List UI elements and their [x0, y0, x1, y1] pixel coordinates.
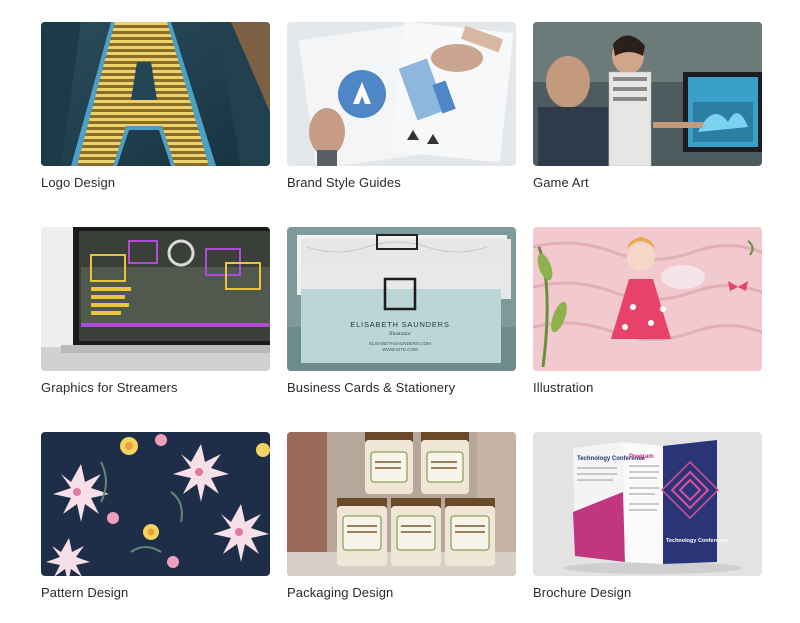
category-card-brochure-design[interactable]: Technology Conference Program Technology… [533, 432, 762, 622]
category-label: Packaging Design [287, 585, 394, 600]
category-card-illustration[interactable]: Illustration [533, 227, 762, 417]
packaging-design-image[interactable] [287, 432, 516, 576]
category-grid: Logo Design Brand Style Guides Game Art … [0, 0, 800, 623]
card-role-text: Illustrator [389, 331, 411, 337]
category-label: Brand Style Guides [287, 175, 401, 190]
illustration-image[interactable] [533, 227, 762, 371]
business-cards-image[interactable]: ELISABETH SAUNDERS Illustrator ELISABETH… [287, 227, 516, 371]
game-art-image[interactable] [533, 22, 762, 166]
category-card-pattern-design[interactable]: Pattern Design [41, 432, 270, 622]
category-card-graphics-for-streamers[interactable]: Graphics for Streamers [41, 227, 270, 417]
category-card-game-art[interactable]: Game Art [533, 22, 762, 212]
category-card-business-cards[interactable]: ELISABETH SAUNDERS Illustrator ELISABETH… [287, 227, 516, 417]
category-card-logo-design[interactable]: Logo Design [41, 22, 270, 212]
card-site-text: WWW.SITE.COM [382, 347, 418, 352]
category-label: Brochure Design [533, 585, 632, 600]
category-label: Graphics for Streamers [41, 380, 178, 395]
card-name-text: ELISABETH SAUNDERS [350, 320, 449, 329]
logo-design-image[interactable] [41, 22, 270, 166]
brand-style-guides-image[interactable] [287, 22, 516, 166]
card-email-text: ELISABETHSAUNDERS.COM [369, 341, 431, 346]
category-card-brand-style-guides[interactable]: Brand Style Guides [287, 22, 516, 212]
category-label: Logo Design [41, 175, 116, 190]
brochure-mid-title: Program [629, 454, 654, 460]
category-label: Game Art [533, 175, 589, 190]
category-label: Business Cards & Stationery [287, 380, 456, 395]
category-card-packaging-design[interactable]: Packaging Design [287, 432, 516, 622]
pattern-design-image[interactable] [41, 432, 270, 576]
category-label: Pattern Design [41, 585, 129, 600]
graphics-for-streamers-image[interactable] [41, 227, 270, 371]
brochure-design-image[interactable]: Technology Conference Program Technology… [533, 432, 762, 576]
brochure-right-title: Technology Conference [666, 538, 728, 544]
category-label: Illustration [533, 380, 594, 395]
